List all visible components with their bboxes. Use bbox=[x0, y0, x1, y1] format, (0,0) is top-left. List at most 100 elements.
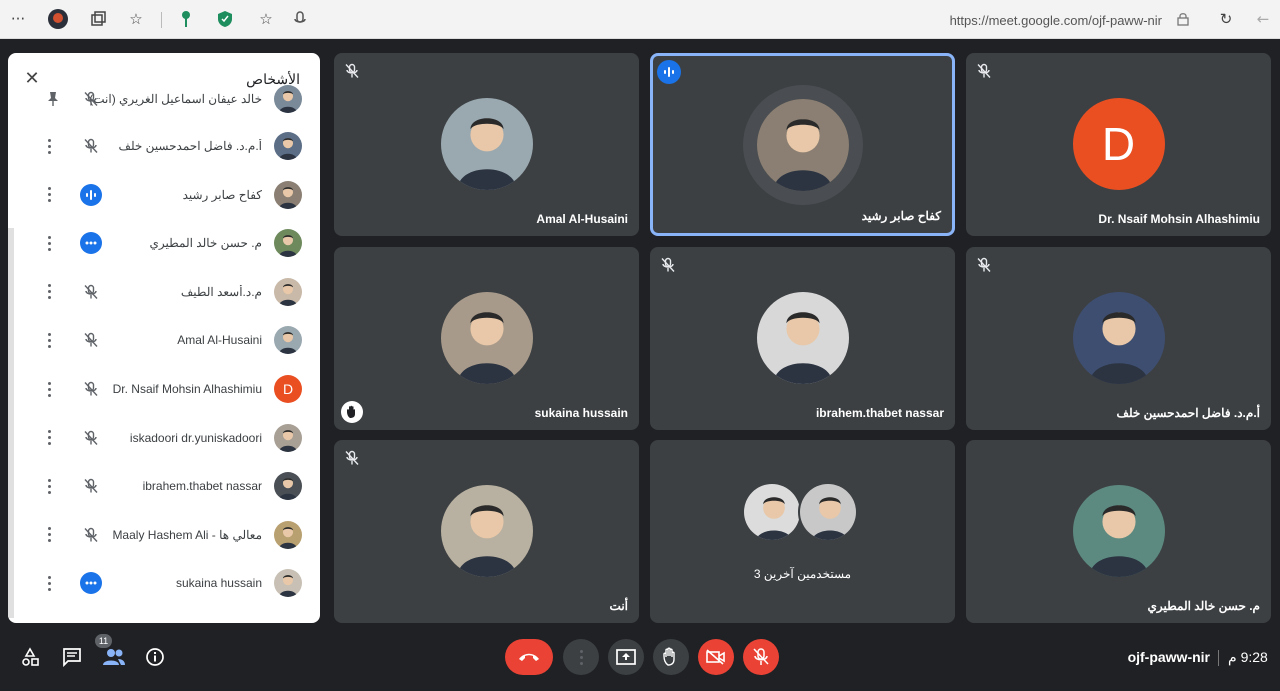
present-button[interactable] bbox=[608, 639, 644, 675]
tile-name: ibrahem.thabet nassar bbox=[815, 406, 944, 420]
mic-off-icon[interactable] bbox=[80, 427, 102, 449]
more-vert-icon[interactable] bbox=[44, 573, 54, 593]
address-bar[interactable]: https://meet.google.com/ojf-paww-nir bbox=[950, 13, 1162, 28]
pin-icon[interactable] bbox=[42, 88, 64, 110]
mic-off-icon bbox=[344, 63, 360, 79]
avatar: D bbox=[1072, 98, 1165, 190]
participant-row[interactable]: Amal Al-Husaini bbox=[8, 316, 320, 364]
mic-off-icon[interactable] bbox=[80, 475, 102, 497]
avatar bbox=[274, 229, 302, 258]
avatar bbox=[274, 423, 302, 452]
participant-name: sukaina hussain bbox=[175, 576, 262, 591]
video-tile[interactable]: 3 مستخدمين آخرين bbox=[650, 440, 955, 623]
participant-row[interactable]: أ.م.د. فاضل احمدحسين خلف bbox=[8, 122, 320, 170]
chat-icon[interactable] bbox=[54, 639, 90, 675]
mic-off-icon bbox=[344, 450, 360, 466]
more-vert-icon[interactable] bbox=[44, 136, 54, 156]
video-tile[interactable]: أنت bbox=[334, 440, 639, 623]
refresh-icon[interactable]: ↻ bbox=[1216, 9, 1236, 29]
more-vert-icon[interactable] bbox=[44, 233, 54, 253]
mic-off-icon bbox=[660, 257, 676, 273]
avatar bbox=[440, 98, 533, 190]
mic-off-icon bbox=[976, 257, 992, 273]
video-tile[interactable]: ibrahem.thabet nassar bbox=[650, 247, 955, 430]
avatar bbox=[274, 180, 302, 209]
activities-icon[interactable] bbox=[12, 639, 48, 675]
avatar bbox=[274, 326, 302, 355]
more-vert-icon[interactable] bbox=[44, 282, 54, 302]
more-horizontal-icon[interactable] bbox=[80, 572, 102, 595]
mic-off-icon[interactable] bbox=[80, 135, 102, 157]
more-vert-icon[interactable] bbox=[44, 379, 54, 399]
more-vert-icon bbox=[576, 647, 586, 667]
add-favorite-icon[interactable]: ☆ bbox=[256, 9, 276, 29]
collections-icon[interactable] bbox=[88, 9, 108, 29]
avatar bbox=[440, 292, 533, 384]
more-vert-icon[interactable] bbox=[44, 476, 54, 496]
video-tile[interactable]: Amal Al-Husaini bbox=[334, 53, 639, 236]
more-vert-icon[interactable] bbox=[44, 330, 54, 350]
participant-row[interactable]: iskadoori dr.yuniskadoori bbox=[8, 414, 320, 462]
mic-off-icon[interactable] bbox=[80, 88, 102, 110]
avatar bbox=[274, 569, 302, 598]
group-avatars bbox=[742, 480, 862, 544]
mic-off-icon[interactable] bbox=[80, 524, 102, 546]
participant-name: Amal Al-Husaini bbox=[177, 333, 262, 348]
mic-off-icon[interactable] bbox=[80, 329, 102, 351]
speaking-icon[interactable] bbox=[80, 183, 102, 206]
lock-icon[interactable] bbox=[1173, 9, 1193, 29]
more-vert-icon[interactable] bbox=[44, 525, 54, 545]
more-options-button[interactable] bbox=[563, 639, 599, 675]
participant-row[interactable]: sukaina hussain bbox=[8, 559, 320, 607]
avatar bbox=[440, 485, 533, 577]
avatar bbox=[274, 472, 302, 501]
participant-row[interactable]: م. حسن خالد المطيري bbox=[8, 219, 320, 267]
tile-name: sukaina hussain bbox=[534, 406, 628, 420]
video-tile[interactable]: م. حسن خالد المطيري bbox=[966, 440, 1271, 623]
info-icon[interactable] bbox=[137, 639, 173, 675]
profile-avatar[interactable] bbox=[48, 9, 68, 29]
video-tile[interactable]: sukaina hussain bbox=[334, 247, 639, 430]
mic-off-icon[interactable] bbox=[80, 281, 102, 303]
participant-row[interactable]: ibrahem.thabet nassar bbox=[8, 462, 320, 510]
more-horizontal-icon[interactable]: ··· bbox=[8, 9, 28, 29]
end-call-button[interactable] bbox=[505, 639, 553, 675]
avatar bbox=[756, 99, 849, 191]
participant-row[interactable]: كفاح صابر رشيد bbox=[8, 171, 320, 219]
avatar bbox=[1072, 292, 1165, 384]
video-tile[interactable]: أ.م.د. فاضل احمدحسين خلف bbox=[966, 247, 1271, 430]
participant-row[interactable]: خالد عيفان اسماعيل الغريري (انت) bbox=[8, 75, 320, 123]
back-arrow-icon[interactable]: ← bbox=[1253, 9, 1273, 29]
favorites-icon[interactable]: ☆ bbox=[126, 9, 146, 29]
shield-icon[interactable] bbox=[215, 9, 235, 29]
raise-hand-button[interactable] bbox=[653, 639, 689, 675]
microphone-icon[interactable] bbox=[290, 9, 310, 29]
video-tile[interactable]: D Dr. Nsaif Mohsin Alhashimiu bbox=[966, 53, 1271, 236]
clock: 9:28 م bbox=[1228, 649, 1268, 665]
key-icon[interactable] bbox=[176, 9, 196, 29]
more-vert-icon[interactable] bbox=[44, 428, 54, 448]
raised-hand-icon bbox=[341, 401, 363, 423]
avatar bbox=[274, 520, 302, 549]
camera-off-button[interactable] bbox=[698, 639, 734, 675]
speaking-icon bbox=[657, 60, 681, 84]
participant-name: iskadoori dr.yuniskadoori bbox=[129, 430, 262, 445]
more-vert-icon[interactable] bbox=[44, 185, 54, 205]
tile-name: كفاح صابر رشيد bbox=[861, 209, 941, 223]
participant-row[interactable]: D Dr. Nsaif Mohsin Alhashimiu bbox=[8, 365, 320, 413]
mic-off-icon bbox=[976, 63, 992, 79]
participant-name: Maaly Hashem Ali - معالي ها bbox=[112, 527, 262, 542]
participant-row[interactable]: Maaly Hashem Ali - معالي ها bbox=[8, 511, 320, 559]
video-tile[interactable]: كفاح صابر رشيد bbox=[650, 53, 955, 236]
participant-name: ibrahem.thabet nassar bbox=[142, 479, 262, 494]
participant-row[interactable]: م.د.أسعد الطيف bbox=[8, 268, 320, 316]
avatar bbox=[274, 132, 302, 160]
browser-toolbar: ··· ☆ ☆ https://meet.google.com/ojf-paww… bbox=[0, 0, 1280, 39]
participant-name: Dr. Nsaif Mohsin Alhashimiu bbox=[112, 382, 262, 396]
more-horizontal-icon[interactable] bbox=[80, 232, 102, 255]
mic-off-button[interactable] bbox=[743, 639, 779, 675]
mic-off-icon[interactable] bbox=[80, 378, 102, 400]
meeting-code: ojf-paww-nir bbox=[1127, 649, 1210, 665]
footer-divider bbox=[1218, 650, 1219, 666]
people-panel: الأشخاص ✕ خالد عيفان اسماعيل الغريري (ان… bbox=[8, 53, 320, 623]
